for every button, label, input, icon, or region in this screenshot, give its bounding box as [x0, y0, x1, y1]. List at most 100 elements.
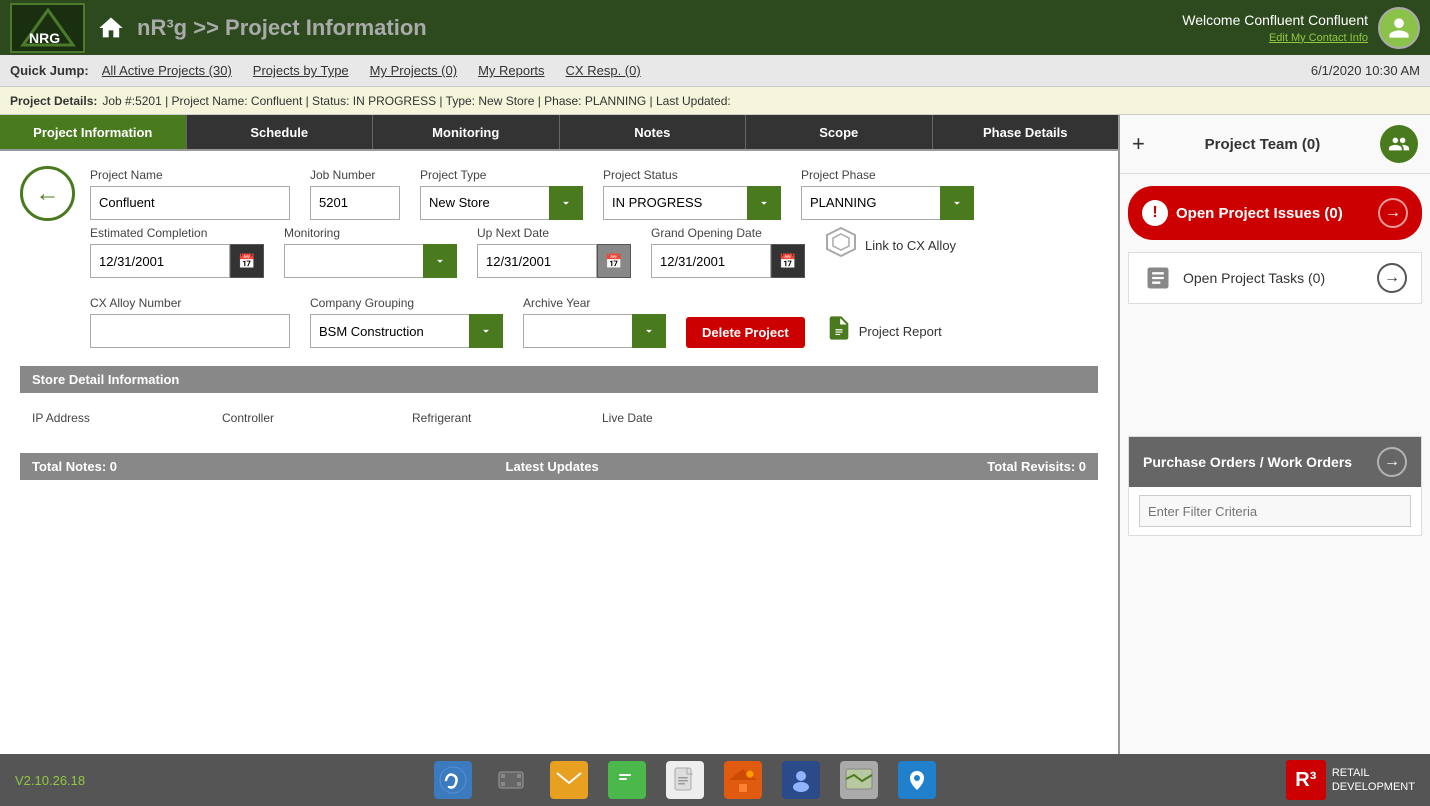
project-status-label: Project Status: [603, 168, 781, 182]
project-status-select-wrapper: [603, 186, 781, 220]
add-team-member-button[interactable]: +: [1132, 131, 1145, 157]
latest-updates: Latest Updates: [506, 459, 599, 474]
right-panel-header: + Project Team (0): [1120, 115, 1430, 174]
cx-alloy-number-input[interactable]: [90, 314, 290, 348]
bt-icon-blue-swirl[interactable]: [434, 761, 472, 799]
tasks-btn-left: Open Project Tasks (0): [1143, 263, 1325, 293]
bt-icon-document[interactable]: [666, 761, 704, 799]
back-button[interactable]: ←: [20, 166, 75, 221]
project-type-select-wrapper: [420, 186, 583, 220]
company-grouping-group: Company Grouping: [310, 296, 503, 348]
project-report-icon: [825, 314, 853, 348]
nav-link-cx-resp[interactable]: CX Resp. (0): [558, 63, 649, 78]
tasks-arrow-icon: →: [1377, 263, 1407, 293]
monitoring-group: Monitoring: [284, 226, 457, 278]
home-icon[interactable]: [97, 14, 125, 42]
purchase-orders-section: Purchase Orders / Work Orders →: [1128, 436, 1422, 536]
job-number-input[interactable]: [310, 186, 400, 220]
total-revisits: Total Revisits: 0: [987, 459, 1086, 474]
project-details-bar: Project Details: Job #:5201 | Project Na…: [0, 87, 1430, 115]
company-grouping-input[interactable]: [310, 314, 470, 348]
project-phase-label: Project Phase: [801, 168, 974, 182]
po-header: Purchase Orders / Work Orders →: [1129, 437, 1421, 487]
tab-phase-details[interactable]: Phase Details: [933, 115, 1119, 149]
project-status-input[interactable]: [603, 186, 748, 220]
po-arrow-icon[interactable]: →: [1377, 447, 1407, 477]
edit-contact-link[interactable]: Edit My Contact Info: [1269, 32, 1368, 44]
tab-bar: Project Information Schedule Monitoring …: [0, 115, 1118, 151]
tab-monitoring[interactable]: Monitoring: [373, 115, 560, 149]
r3-sub-text: RETAIL DEVELOPMENT: [1332, 766, 1415, 795]
est-completion-calendar-btn[interactable]: 📅: [230, 244, 264, 278]
po-filter-area: [1129, 487, 1421, 535]
project-status-dropdown-btn[interactable]: [747, 186, 781, 220]
tab-notes[interactable]: Notes: [560, 115, 747, 149]
bt-icon-location[interactable]: [898, 761, 936, 799]
grand-opening-label: Grand Opening Date: [651, 226, 805, 240]
tab-scope[interactable]: Scope: [746, 115, 933, 149]
tasks-btn-label: Open Project Tasks (0): [1183, 270, 1325, 286]
project-phase-dropdown-btn[interactable]: [940, 186, 974, 220]
bt-icon-film[interactable]: [492, 761, 530, 799]
est-completion-date-wrapper: 📅: [90, 244, 264, 278]
svg-text:NRG: NRG: [29, 30, 60, 46]
bt-icon-mail[interactable]: [550, 761, 588, 799]
cx-alloy-link-label: Link to CX Alloy: [865, 238, 956, 253]
r3-logo: R³ RETAIL DEVELOPMENT: [1286, 760, 1415, 800]
up-next-date-group: Up Next Date 📅: [477, 226, 631, 278]
archive-year-dropdown-btn[interactable]: [632, 314, 666, 348]
up-next-date-calendar-btn[interactable]: 📅: [597, 244, 631, 278]
app-header: NRG nR³g >> Project Information Welcome …: [0, 0, 1430, 55]
est-completion-label: Estimated Completion: [90, 226, 264, 240]
bt-icon-chat[interactable]: [608, 761, 646, 799]
notes-bar: Total Notes: 0 Latest Updates Total Revi…: [20, 453, 1098, 480]
project-type-group: Project Type: [420, 168, 583, 220]
project-type-input[interactable]: [420, 186, 550, 220]
bt-icon-store[interactable]: [724, 761, 762, 799]
up-next-date-wrapper: 📅: [477, 244, 631, 278]
grand-opening-input[interactable]: [651, 244, 771, 278]
project-type-label: Project Type: [420, 168, 583, 182]
cx-alloy-icon: [825, 226, 857, 264]
total-notes: Total Notes: 0: [32, 459, 117, 474]
grand-opening-date-wrapper: 📅: [651, 244, 805, 278]
project-team-label: Project Team (0): [1205, 136, 1321, 153]
monitoring-label: Monitoring: [284, 226, 457, 240]
project-details-label: Project Details:: [10, 94, 97, 108]
open-project-issues-button[interactable]: ! Open Project Issues (0) →: [1128, 186, 1422, 240]
project-type-dropdown-btn[interactable]: [549, 186, 583, 220]
header-left: NRG nR³g >> Project Information: [10, 3, 427, 53]
bt-icon-map[interactable]: [840, 761, 878, 799]
cx-alloy-link[interactable]: Link to CX Alloy: [825, 226, 956, 264]
issues-btn-label: Open Project Issues (0): [1176, 205, 1343, 222]
bottom-toolbar-icons: [434, 761, 936, 799]
bt-icon-profile[interactable]: [782, 761, 820, 799]
tab-project-information[interactable]: Project Information: [0, 115, 187, 149]
tab-schedule[interactable]: Schedule: [187, 115, 374, 149]
r3-logo-icon: R³: [1286, 760, 1326, 800]
nav-link-active-projects[interactable]: All Active Projects (30): [94, 63, 240, 78]
est-completion-input[interactable]: [90, 244, 230, 278]
project-report-btn[interactable]: Project Report: [825, 314, 942, 348]
open-project-tasks-button[interactable]: Open Project Tasks (0) →: [1128, 252, 1422, 304]
tasks-icon: [1143, 263, 1173, 293]
archive-year-input[interactable]: [523, 314, 633, 348]
nav-link-my-projects[interactable]: My Projects (0): [362, 63, 465, 78]
monitoring-dropdown-btn[interactable]: [423, 244, 457, 278]
up-next-date-label: Up Next Date: [477, 226, 631, 240]
nav-bar: Quick Jump: All Active Projects (30) Pro…: [0, 55, 1430, 87]
cx-alloy-number-label: CX Alloy Number: [90, 296, 290, 310]
nav-link-my-reports[interactable]: My Reports: [470, 63, 552, 78]
monitoring-select-wrapper: [284, 244, 457, 278]
project-phase-input[interactable]: [801, 186, 941, 220]
project-name-input[interactable]: [90, 186, 290, 220]
po-filter-input[interactable]: [1139, 495, 1411, 527]
user-avatar: [1378, 7, 1420, 49]
delete-project-button[interactable]: Delete Project: [686, 317, 805, 348]
grand-opening-calendar-btn[interactable]: 📅: [771, 244, 805, 278]
project-name-label: Project Name: [90, 168, 290, 182]
nav-link-projects-type[interactable]: Projects by Type: [245, 63, 357, 78]
company-grouping-dropdown-btn[interactable]: [469, 314, 503, 348]
monitoring-input[interactable]: [284, 244, 424, 278]
up-next-date-input[interactable]: [477, 244, 597, 278]
